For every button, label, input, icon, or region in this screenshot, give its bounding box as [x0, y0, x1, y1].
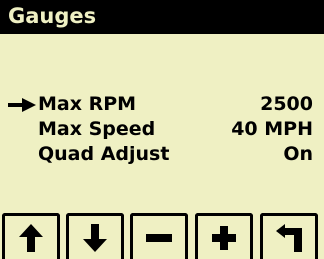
return-icon	[276, 224, 302, 252]
up-button[interactable]	[2, 213, 60, 259]
arrow-up-icon	[19, 224, 43, 252]
increase-button[interactable]	[195, 213, 253, 259]
screen-title: Gauges	[8, 4, 97, 28]
menu-item-quad-adjust[interactable]: Quad Adjust On	[0, 141, 324, 167]
menu-item-value: 40 MPH	[231, 118, 313, 140]
menu-item-label: Quad Adjust	[38, 143, 170, 165]
down-button[interactable]	[66, 213, 124, 259]
plus-icon	[212, 226, 236, 250]
back-button[interactable]	[260, 213, 318, 259]
minus-icon	[146, 234, 172, 242]
menu-item-label: Max RPM	[38, 93, 137, 115]
menu-item-value: On	[283, 143, 313, 165]
menu-item-value: 2500	[260, 93, 313, 115]
softkey-bar	[0, 213, 324, 259]
menu-item-label: Max Speed	[38, 118, 156, 140]
menu-item-max-speed[interactable]: Max Speed 40 MPH	[0, 116, 324, 142]
selection-arrow-icon	[8, 98, 36, 112]
menu-item-max-rpm[interactable]: Max RPM 2500	[0, 91, 324, 117]
gauges-screen: Gauges Max RPM 2500 Max Speed 40 MPH Qua…	[0, 0, 324, 259]
arrow-down-icon	[83, 224, 107, 252]
title-bar: Gauges	[0, 0, 324, 34]
decrease-button[interactable]	[130, 213, 188, 259]
